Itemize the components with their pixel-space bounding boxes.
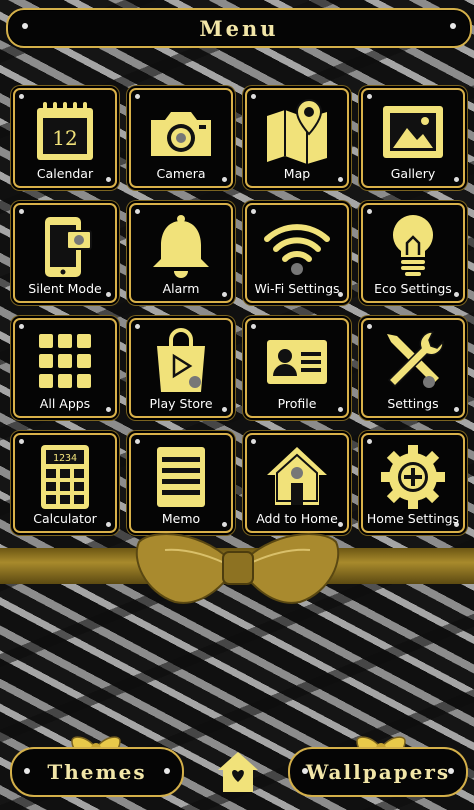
silent-mode-icon — [45, 217, 92, 277]
app-tile-gallery[interactable]: Gallery — [361, 88, 465, 188]
app-tile-alarm[interactable]: Alarm — [129, 203, 233, 303]
alarm-bell-icon — [153, 215, 209, 278]
app-label: Silent Mode — [28, 281, 102, 296]
profile-card-icon — [267, 340, 327, 384]
app-label: Profile — [277, 396, 317, 411]
app-label: Home Settings — [366, 511, 460, 526]
app-label: Gallery — [390, 166, 436, 181]
lightbulb-icon — [393, 215, 433, 276]
all-apps-grid-icon — [39, 334, 91, 388]
app-label: Camera — [156, 166, 206, 181]
app-label: Wi-Fi Settings — [254, 281, 340, 296]
app-tile-memo[interactable]: Memo — [129, 433, 233, 533]
gold-bow-decoration — [135, 532, 340, 604]
app-tile-wifi-settings[interactable]: Wi-Fi Settings — [245, 203, 349, 303]
app-label: Settings — [387, 396, 439, 411]
app-label: Play Store — [149, 396, 213, 411]
menu-title: Menu — [199, 15, 279, 41]
app-label: All Apps — [39, 396, 91, 411]
app-tile-calculator[interactable]: 1234 Calculator — [13, 433, 117, 533]
wallpapers-label: Wallpapers — [305, 760, 451, 784]
app-label: Eco Settings — [374, 281, 452, 296]
calendar-day: 12 — [52, 126, 77, 150]
memo-icon — [157, 447, 205, 507]
calculator-icon: 1234 — [41, 445, 89, 509]
rivet-decoration — [22, 23, 28, 29]
app-label: Calculator — [33, 511, 97, 526]
home-icon[interactable] — [216, 750, 260, 794]
rivet-decoration — [450, 23, 456, 29]
map-icon — [267, 98, 327, 164]
app-tile-silent-mode[interactable]: Silent Mode — [13, 203, 117, 303]
calculator-display: 1234 — [53, 453, 77, 464]
app-label: Alarm — [162, 281, 200, 296]
app-tile-home-settings[interactable]: Home Settings — [361, 433, 465, 533]
camera-icon — [151, 112, 211, 156]
app-label: Calendar — [36, 166, 94, 181]
app-icon-grid: 12 Calendar Camera Map Gallery Silent Mo… — [13, 88, 465, 533]
wallpapers-button[interactable]: Wallpapers — [288, 747, 468, 797]
themes-label: Themes — [47, 760, 147, 784]
play-store-bag-icon — [157, 328, 205, 392]
app-label: Map — [283, 166, 311, 181]
gear-plus-icon — [381, 445, 445, 509]
app-tile-map[interactable]: Map — [245, 88, 349, 188]
gallery-icon — [383, 106, 443, 158]
wifi-icon — [264, 224, 330, 275]
app-tile-calendar[interactable]: 12 Calendar — [13, 88, 117, 188]
calendar-icon: 12 — [37, 102, 93, 160]
app-tile-profile[interactable]: Profile — [245, 318, 349, 418]
themes-button[interactable]: Themes — [10, 747, 184, 797]
wrench-screwdriver-icon — [387, 331, 444, 388]
app-tile-play-store[interactable]: Play Store — [129, 318, 233, 418]
house-icon — [267, 447, 327, 505]
app-tile-add-to-home[interactable]: Add to Home — [245, 433, 349, 533]
menu-header: Menu — [6, 8, 472, 48]
app-label: Add to Home — [256, 511, 338, 526]
app-label: Memo — [161, 511, 201, 526]
app-tile-settings[interactable]: Settings — [361, 318, 465, 418]
app-tile-camera[interactable]: Camera — [129, 88, 233, 188]
app-tile-all-apps[interactable]: All Apps — [13, 318, 117, 418]
app-tile-eco-settings[interactable]: Eco Settings — [361, 203, 465, 303]
